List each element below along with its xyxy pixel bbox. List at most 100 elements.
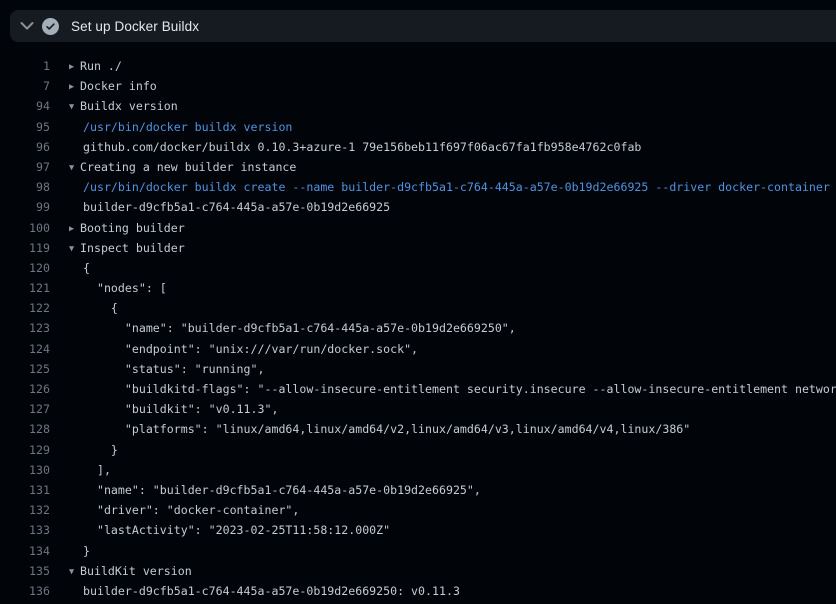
log-line-136: 136 builder-d9cfb5a1-c764-445a-a57e-0b19d… — [0, 581, 836, 601]
log-line-7: 7▶Docker info — [0, 76, 836, 96]
step-title: Set up Docker Buildx — [71, 19, 199, 34]
check-circle-icon — [42, 18, 59, 35]
line-number[interactable]: 98 — [0, 177, 50, 197]
group-title[interactable]: BuildKit version — [80, 564, 192, 578]
group-collapsed-icon[interactable]: ▶ — [69, 77, 80, 97]
group-expanded-icon[interactable]: ▼ — [69, 562, 80, 582]
group-title[interactable]: Booting builder — [80, 221, 185, 235]
chevron-down-icon[interactable] — [20, 21, 34, 31]
line-content: "status": "running", — [50, 359, 264, 379]
line-number[interactable]: 134 — [0, 541, 50, 561]
line-content: "driver": "docker-container", — [50, 500, 299, 520]
line-number[interactable]: 123 — [0, 318, 50, 338]
group-title[interactable]: Inspect builder — [80, 241, 185, 255]
line-number[interactable]: 125 — [0, 359, 50, 379]
group-expanded-icon[interactable]: ▼ — [69, 97, 80, 117]
output-text: "lastActivity": "2023-02-25T11:58:12.000… — [83, 523, 390, 537]
line-content: ▶Booting builder — [50, 218, 185, 238]
line-number[interactable]: 133 — [0, 520, 50, 540]
line-number[interactable]: 96 — [0, 137, 50, 157]
output-text: { — [83, 301, 118, 315]
line-content: "nodes": [ — [50, 278, 167, 298]
line-number[interactable]: 135 — [0, 561, 50, 581]
log-line-126: 126 "buildkitd-flags": "--allow-insecure… — [0, 379, 836, 399]
step-header-zone: Set up Docker Buildx — [0, 0, 836, 42]
line-content: /usr/bin/docker buildx create --name bui… — [50, 177, 830, 197]
output-text: "platforms": "linux/amd64,linux/amd64/v2… — [83, 422, 690, 436]
group-expanded-icon[interactable]: ▼ — [69, 158, 80, 178]
group-title[interactable]: Buildx version — [80, 99, 178, 113]
line-content: /usr/bin/docker buildx version — [50, 117, 292, 137]
line-content: ▶Run ./ — [50, 56, 122, 76]
log-line-124: 124 "endpoint": "unix:///var/run/docker.… — [0, 339, 836, 359]
line-number[interactable]: 121 — [0, 278, 50, 298]
log-line-132: 132 "driver": "docker-container", — [0, 500, 836, 520]
line-number[interactable]: 119 — [0, 238, 50, 258]
group-title[interactable]: Docker info — [80, 79, 157, 93]
line-number[interactable]: 95 — [0, 117, 50, 137]
line-content: ▼Creating a new builder instance — [50, 157, 296, 177]
output-text: ], — [83, 463, 111, 477]
log-line-121: 121 "nodes": [ — [0, 278, 836, 298]
output-text: "endpoint": "unix:///var/run/docker.sock… — [83, 342, 418, 356]
log-line-94: 94▼Buildx version — [0, 96, 836, 116]
log-line-128: 128 "platforms": "linux/amd64,linux/amd6… — [0, 419, 836, 439]
output-text: "buildkitd-flags": "--allow-insecure-ent… — [83, 382, 836, 396]
log-line-99: 99builder-d9cfb5a1-c764-445a-a57e-0b19d2… — [0, 197, 836, 217]
line-number[interactable]: 129 — [0, 440, 50, 460]
output-text: "status": "running", — [83, 362, 264, 376]
output-text: "name": "builder-d9cfb5a1-c764-445a-a57e… — [83, 321, 516, 335]
log-line-122: 122 { — [0, 298, 836, 318]
log-line-98: 98/usr/bin/docker buildx create --name b… — [0, 177, 836, 197]
log-line-135: 135▼BuildKit version — [0, 561, 836, 581]
log-line-130: 130 ], — [0, 460, 836, 480]
line-number[interactable]: 120 — [0, 258, 50, 278]
line-number[interactable]: 97 — [0, 157, 50, 177]
line-content: github.com/docker/buildx 0.10.3+azure-1 … — [50, 137, 641, 157]
log-line-131: 131 "name": "builder-d9cfb5a1-c764-445a-… — [0, 480, 836, 500]
log-line-97: 97▼Creating a new builder instance — [0, 157, 836, 177]
line-number[interactable]: 99 — [0, 197, 50, 217]
line-number[interactable]: 1 — [0, 56, 50, 76]
group-title[interactable]: Creating a new builder instance — [80, 160, 296, 174]
line-number[interactable]: 124 — [0, 339, 50, 359]
log-line-123: 123 "name": "builder-d9cfb5a1-c764-445a-… — [0, 318, 836, 338]
output-text: "name": "builder-d9cfb5a1-c764-445a-a57e… — [83, 483, 481, 497]
line-number[interactable]: 100 — [0, 218, 50, 238]
output-text: github.com/docker/buildx 0.10.3+azure-1 … — [83, 140, 641, 154]
log-lines: 1▶Run ./7▶Docker info94▼Buildx version95… — [0, 56, 836, 601]
step-header[interactable]: Set up Docker Buildx — [10, 10, 836, 42]
line-content: } — [50, 541, 90, 561]
output-text: builder-d9cfb5a1-c764-445a-a57e-0b19d2e6… — [83, 584, 460, 598]
line-content: { — [50, 258, 90, 278]
line-number[interactable]: 128 — [0, 419, 50, 439]
line-content: ], — [50, 460, 111, 480]
line-content: "buildkitd-flags": "--allow-insecure-ent… — [50, 379, 836, 399]
line-number[interactable]: 122 — [0, 298, 50, 318]
line-number[interactable]: 126 — [0, 379, 50, 399]
line-content: "lastActivity": "2023-02-25T11:58:12.000… — [50, 520, 390, 540]
line-number[interactable]: 131 — [0, 480, 50, 500]
group-title[interactable]: Run ./ — [80, 59, 122, 73]
group-expanded-icon[interactable]: ▼ — [69, 239, 80, 259]
line-number[interactable]: 130 — [0, 460, 50, 480]
group-collapsed-icon[interactable]: ▶ — [69, 219, 80, 239]
log-line-134: 134} — [0, 541, 836, 561]
line-number[interactable]: 132 — [0, 500, 50, 520]
log-line-125: 125 "status": "running", — [0, 359, 836, 379]
line-content: ▶Docker info — [50, 76, 157, 96]
group-collapsed-icon[interactable]: ▶ — [69, 57, 80, 77]
line-number[interactable]: 136 — [0, 581, 50, 601]
command-text: /usr/bin/docker buildx version — [83, 120, 292, 134]
line-content: ▼Buildx version — [50, 96, 178, 116]
line-content: ▼BuildKit version — [50, 561, 192, 581]
line-number[interactable]: 7 — [0, 76, 50, 96]
line-content: ▼Inspect builder — [50, 238, 185, 258]
output-text: } — [83, 443, 118, 457]
line-content: } — [50, 440, 118, 460]
log-line-133: 133 "lastActivity": "2023-02-25T11:58:12… — [0, 520, 836, 540]
line-number[interactable]: 127 — [0, 399, 50, 419]
line-content: "name": "builder-d9cfb5a1-c764-445a-a57e… — [50, 480, 481, 500]
line-number[interactable]: 94 — [0, 96, 50, 116]
log-line-120: 120{ — [0, 258, 836, 278]
